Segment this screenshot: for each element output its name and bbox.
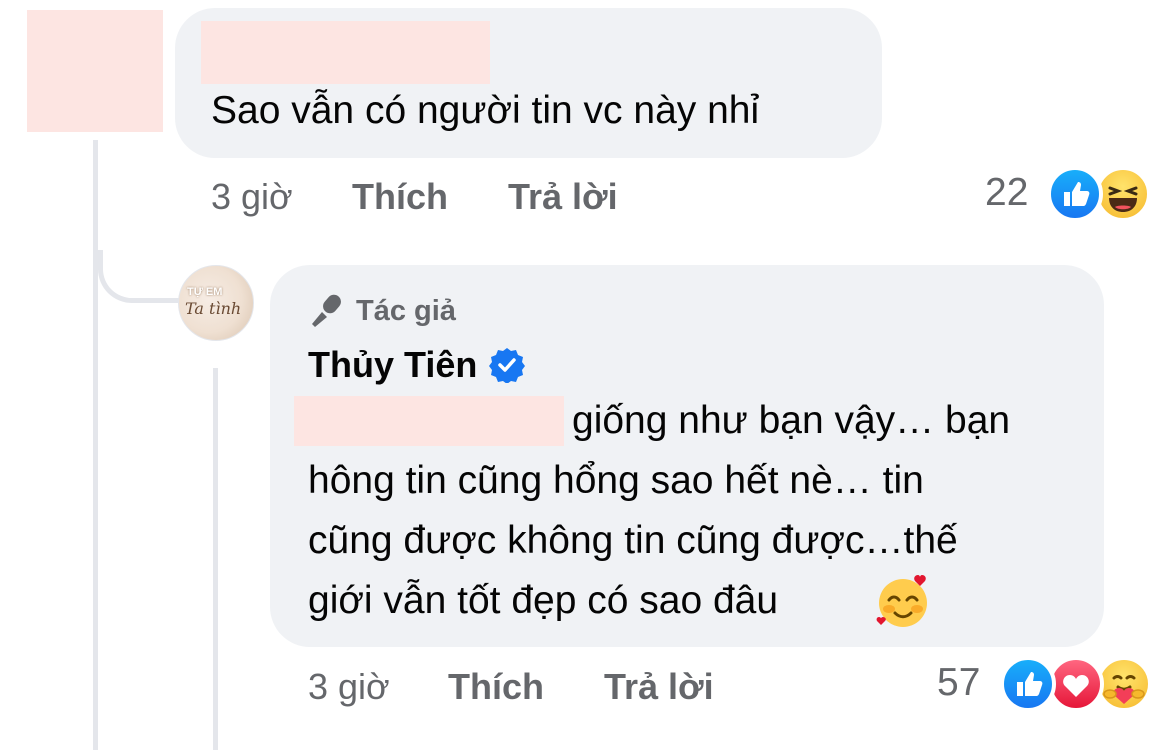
care-icon	[1096, 656, 1152, 712]
reply-text-line-2: hông tin cũng hổng sao hết nè… tin	[308, 459, 924, 502]
author-name[interactable]: Thủy Tiên	[308, 344, 477, 386]
like-button[interactable]: Thích	[352, 176, 448, 218]
reaction-group[interactable]	[1047, 166, 1157, 222]
mention-redacted[interactable]	[294, 396, 564, 446]
commenter-name-redacted[interactable]	[201, 21, 490, 84]
author-name-row[interactable]: Thủy Tiên	[308, 340, 526, 390]
reply-text-line-4: giới vẫn tốt đẹp có sao đâu	[308, 579, 779, 622]
smiling-hearts-emoji-icon	[875, 573, 931, 629]
love-icon	[1048, 656, 1104, 712]
microphone-icon	[308, 292, 346, 330]
comment-timestamp[interactable]: 3 giờ	[211, 176, 293, 218]
like-icon	[1000, 656, 1056, 712]
reply-button[interactable]: Trả lời	[508, 176, 618, 218]
reply-text-line-3: cũng được không tin cũng được…thế	[308, 519, 958, 562]
thread-line-main	[93, 140, 98, 750]
reply-reaction-count[interactable]: 57	[937, 661, 980, 705]
reply-text-line-1: giống như bạn vậy… bạn	[572, 399, 1011, 442]
reaction-count[interactable]: 22	[985, 171, 1028, 215]
haha-icon	[1095, 166, 1151, 222]
verified-badge-icon	[489, 347, 526, 384]
reply-like-button[interactable]: Thích	[448, 666, 544, 708]
reply-timestamp[interactable]: 3 giờ	[308, 666, 390, 708]
reply-reply-button[interactable]: Trả lời	[604, 666, 714, 708]
avatar-text: TỰ EM	[187, 286, 223, 298]
thread-connector-curve	[98, 250, 183, 303]
author-badge-label: Tác giả	[356, 294, 456, 327]
reply-reaction-group[interactable]	[1000, 656, 1160, 712]
thread-line-reply	[213, 368, 218, 750]
avatar-script: Ta tình	[185, 299, 242, 318]
commenter-avatar-redacted[interactable]	[27, 10, 163, 132]
comment-text: Sao vẫn có người tin vc này nhỉ	[211, 89, 760, 132]
author-badge: Tác giả	[308, 289, 456, 333]
like-icon	[1047, 166, 1103, 222]
author-avatar[interactable]: TỰ EM Ta tình	[178, 265, 254, 341]
